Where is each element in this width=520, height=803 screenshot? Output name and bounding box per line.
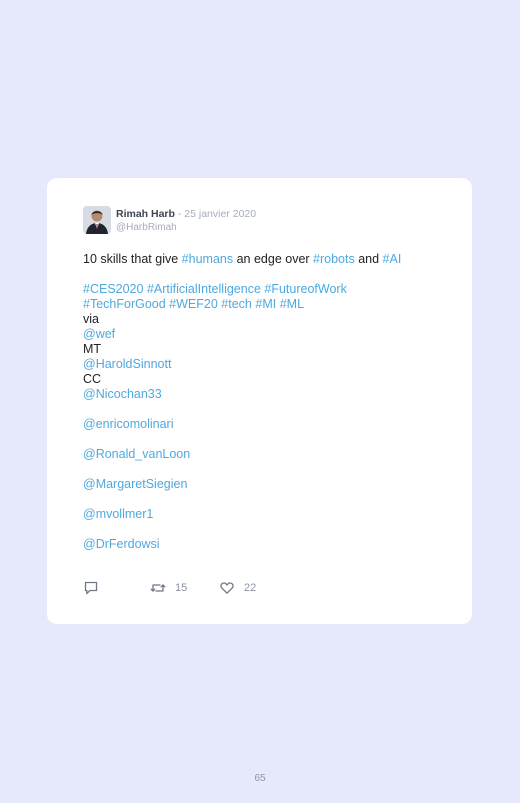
- hashtag-link[interactable]: #robots: [313, 252, 355, 266]
- date-separator: -: [174, 208, 185, 220]
- hashtag-link[interactable]: #ArtificialIntelligence: [147, 282, 261, 296]
- avatar-image: [83, 206, 111, 234]
- hashtag-link[interactable]: #humans: [182, 252, 233, 266]
- reply-button[interactable]: [83, 580, 99, 596]
- mention-link[interactable]: @MargaretSiegien: [83, 477, 453, 492]
- like-button[interactable]: 22: [219, 580, 256, 596]
- retweet-count: 15: [175, 582, 188, 594]
- hashtag-link[interactable]: #ML: [280, 297, 304, 311]
- author-line: Rimah Harb - 25 janvier 2020: [116, 208, 256, 221]
- mention-link[interactable]: @wef: [83, 327, 453, 342]
- via-text: via: [83, 312, 99, 326]
- hashtag-link[interactable]: #TechForGood: [83, 297, 166, 311]
- retweet-button[interactable]: 15: [150, 580, 187, 596]
- mention-link[interactable]: @DrFerdowsi: [83, 537, 453, 552]
- mention-link[interactable]: @mvollmer1: [83, 507, 453, 522]
- text-segment: 10 skills that give: [83, 252, 182, 266]
- mention-link[interactable]: @enricomolinari: [83, 417, 453, 432]
- hashtag-link[interactable]: #CES2020: [83, 282, 143, 296]
- hashtag-link[interactable]: #AI: [383, 252, 402, 266]
- hashtag-link[interactable]: #MI: [255, 297, 276, 311]
- tweet-actions: 15 22: [83, 580, 283, 596]
- reply-icon: [84, 581, 98, 595]
- tweet-card: Rimah Harb - 25 janvier 2020 @HarbRimah …: [47, 178, 472, 624]
- avatar[interactable]: [83, 206, 111, 234]
- author-handle[interactable]: @HarbRimah: [116, 222, 177, 234]
- text-line: 10 skills that give #humans an edge over…: [83, 252, 453, 267]
- page-number: 65: [254, 773, 266, 784]
- hashtag-link[interactable]: #WEF20: [169, 297, 218, 311]
- mention-link[interactable]: @Ronald_vanLoon: [83, 447, 453, 462]
- mention-link[interactable]: @Nicochan33: [83, 387, 453, 402]
- mention-link[interactable]: @HaroldSinnott: [83, 357, 453, 372]
- text-line: #CES2020 #ArtificialIntelligence #Future…: [83, 282, 453, 297]
- like-count: 22: [244, 582, 257, 594]
- text-segment: and: [354, 252, 383, 266]
- author-name[interactable]: Rimah Harb: [116, 208, 175, 220]
- text-line: #TechForGood #WEF20 #tech #MI #ML: [83, 297, 453, 312]
- mt-text: MT: [83, 342, 102, 356]
- like-icon: [220, 582, 234, 594]
- cc-text: CC: [83, 372, 102, 386]
- hashtag-link[interactable]: #FutureofWork: [264, 282, 346, 296]
- tweet-text: 10 skills that give #humans an edge over…: [83, 252, 453, 552]
- hashtag-link[interactable]: #tech: [221, 297, 252, 311]
- tweet-date[interactable]: 25 janvier 2020: [184, 208, 256, 220]
- text-segment: an edge over: [233, 252, 314, 266]
- retweet-icon: [150, 584, 166, 592]
